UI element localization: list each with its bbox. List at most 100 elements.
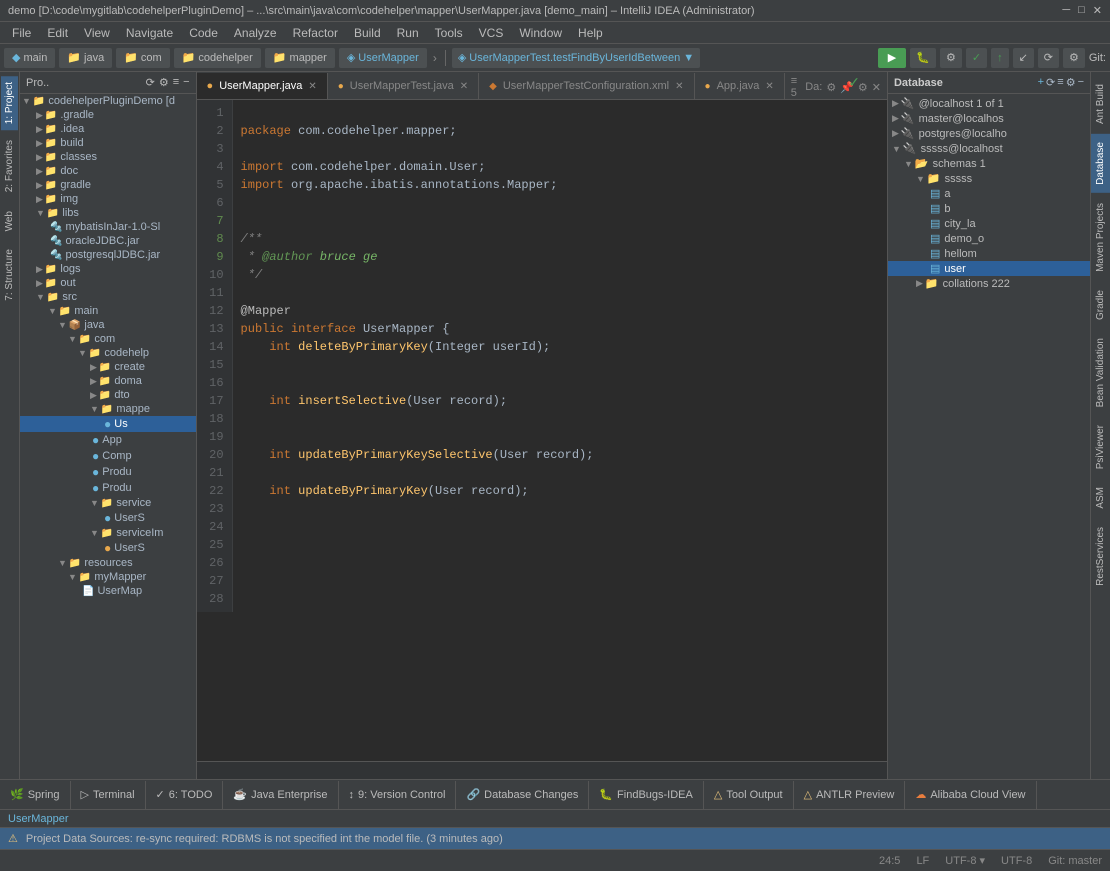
tree-item-usermap-xml[interactable]: 📄UserMap — [20, 584, 196, 598]
menu-window[interactable]: Window — [511, 24, 570, 42]
tree-item-codehelp[interactable]: ▼📁codehelp — [20, 346, 196, 360]
tree-item-serviceimpl[interactable]: ▼📁serviceIm — [20, 526, 196, 540]
bottom-tab-db-changes[interactable]: 🔗 Database Changes — [456, 781, 589, 809]
db-refresh-icon[interactable]: ⟳ — [1046, 76, 1055, 89]
menu-run[interactable]: Run — [389, 24, 427, 42]
tab-close-usermapper[interactable]: ✕ — [308, 81, 316, 92]
tab-usermappertest[interactable]: ● UserMapperTest.java ✕ — [328, 73, 479, 99]
bottom-tab-todo[interactable]: ✓ 6: TODO — [146, 781, 224, 809]
close-btn[interactable]: ✕ — [1093, 4, 1102, 17]
tree-item-oracle[interactable]: 🔩oracleJDBC.jar — [20, 234, 196, 248]
tree-item-libs[interactable]: ▼📁libs — [20, 206, 196, 220]
editor-settings-icon[interactable]: ⚙ — [826, 81, 836, 94]
update-btn[interactable]: ↙ — [1013, 48, 1034, 68]
tree-item-logs[interactable]: ▶📁logs — [20, 262, 196, 276]
right-tab-ant[interactable]: Ant Build — [1091, 76, 1110, 132]
db-collations[interactable]: ▶ 📁 collations 222 — [888, 276, 1090, 291]
window-controls[interactable]: ─ □ ✕ — [1062, 4, 1102, 17]
tree-item-users2[interactable]: ●UserS — [20, 540, 196, 556]
debug-btn[interactable]: 🐛 — [910, 48, 936, 68]
menu-refactor[interactable]: Refactor — [285, 24, 346, 42]
menu-edit[interactable]: Edit — [39, 24, 76, 42]
encoding[interactable]: UTF-8 — [1001, 855, 1032, 867]
tree-item-comp[interactable]: ●Comp — [20, 448, 196, 464]
db-conn-master[interactable]: ▶ 🔌 master@localhos — [888, 111, 1090, 126]
tab-close-app[interactable]: ✕ — [765, 81, 773, 92]
push-btn[interactable]: ↑ — [991, 48, 1009, 68]
bottom-tab-vc[interactable]: ↕ 9: Version Control — [339, 781, 457, 809]
menu-analyze[interactable]: Analyze — [226, 24, 285, 42]
bottom-tab-alibaba[interactable]: ☁ Alibaba Cloud View — [905, 781, 1036, 809]
nav-main[interactable]: ◆ main — [4, 48, 55, 68]
tree-item-main[interactable]: ▼📁main — [20, 304, 196, 318]
menu-build[interactable]: Build — [346, 24, 389, 42]
tab-usermappertestconfig[interactable]: ◆ UserMapperTestConfiguration.xml ✕ — [479, 73, 694, 99]
left-tab-structure[interactable]: 7: Structure — [0, 241, 19, 309]
db-table-b[interactable]: ▤ b — [888, 201, 1090, 216]
settings-btn[interactable]: ⚙ — [1063, 48, 1085, 68]
nav-usermapper[interactable]: ◈ UserMapper — [339, 48, 427, 68]
tree-item-mybatis[interactable]: 🔩mybatisInJar-1.0-Sl — [20, 220, 196, 234]
right-tab-asm[interactable]: ASM — [1091, 479, 1110, 517]
right-tab-maven[interactable]: Maven Projects — [1091, 195, 1110, 280]
bottom-tab-spring[interactable]: 🌿 Spring — [0, 781, 71, 809]
right-tab-rest[interactable]: RestServices — [1091, 519, 1110, 594]
tab-close-usermappertestconfig[interactable]: ✕ — [675, 81, 683, 92]
left-tab-project[interactable]: 1: Project — [1, 76, 18, 130]
menu-help[interactable]: Help — [570, 24, 611, 42]
tree-item-idea[interactable]: ▶📁.idea — [20, 122, 196, 136]
db-table-user[interactable]: ▤ user — [888, 261, 1090, 276]
tree-item-img[interactable]: ▶📁img — [20, 192, 196, 206]
menu-file[interactable]: File — [4, 24, 39, 42]
tree-item-mymapper[interactable]: ▼📁myMapper — [20, 570, 196, 584]
gear-icon[interactable]: ≡ — [173, 76, 179, 89]
tree-item-mapper-folder[interactable]: ▼📁mappe — [20, 402, 196, 416]
db-conn-sssss[interactable]: ▼ 🔌 sssss@localhost — [888, 141, 1090, 156]
db-conn-postgres[interactable]: ▶ 🔌 postgres@localho — [888, 126, 1090, 141]
menu-vcs[interactable]: VCS — [471, 24, 512, 42]
editor-close-all-icon[interactable]: ✕ — [872, 81, 881, 94]
vcs-btn[interactable]: ✓ — [966, 48, 987, 68]
tree-item-classes[interactable]: ▶📁classes — [20, 150, 196, 164]
cog-icon[interactable]: ⚙ — [159, 76, 169, 89]
menu-code[interactable]: Code — [181, 24, 226, 42]
nav-method-dropdown[interactable]: ◈ UserMapperTest.testFindByUserIdBetween… — [452, 48, 700, 68]
tree-item-java[interactable]: ▼📦java — [20, 318, 196, 332]
db-settings-icon[interactable]: ⚙ — [1066, 76, 1076, 89]
menu-tools[interactable]: Tools — [427, 24, 471, 42]
tree-item-app[interactable]: ●App — [20, 432, 196, 448]
tree-item-postgres-jar[interactable]: 🔩postgresqlJDBC.jar — [20, 248, 196, 262]
maximize-btn[interactable]: □ — [1078, 4, 1085, 17]
tree-item-service[interactable]: ▼📁service — [20, 496, 196, 510]
tree-item-out[interactable]: ▶📁out — [20, 276, 196, 290]
db-table-a[interactable]: ▤ a — [888, 186, 1090, 201]
db-schemas[interactable]: ▼ 📂 schemas 1 — [888, 156, 1090, 171]
build-btn[interactable]: ⚙ — [940, 48, 962, 68]
tree-item-create[interactable]: ▶📁create — [20, 360, 196, 374]
run-btn[interactable]: ▶ — [878, 48, 906, 68]
tree-item-usermapper[interactable]: ●Us — [20, 416, 196, 432]
nav-mapper[interactable]: 📁 mapper — [265, 48, 335, 68]
sync-icon[interactable]: ⟳ — [146, 76, 155, 89]
right-tab-psi[interactable]: PsiViewer — [1091, 417, 1110, 477]
left-tab-favorites[interactable]: 2: Favorites — [0, 132, 19, 200]
tree-item-domain[interactable]: ▶📁doma — [20, 374, 196, 388]
menu-view[interactable]: View — [76, 24, 118, 42]
db-add-icon[interactable]: + — [1038, 76, 1044, 89]
tab-usermapper[interactable]: ● UserMapper.java ✕ — [197, 73, 328, 99]
tree-item-produ2[interactable]: ●Produ — [20, 480, 196, 496]
right-tab-bean[interactable]: Bean Validation — [1091, 330, 1110, 415]
bottom-tab-terminal[interactable]: ▷ Terminal — [71, 781, 146, 809]
minimize-btn[interactable]: ─ — [1062, 4, 1070, 17]
nav-codehelper[interactable]: 📁 codehelper — [174, 48, 261, 68]
tree-item-gradle[interactable]: ▶📁.gradle — [20, 108, 196, 122]
db-conn-localhost[interactable]: ▶ 🔌 @localhost 1 of 1 — [888, 96, 1090, 111]
right-tab-database[interactable]: Database — [1091, 134, 1110, 193]
db-table-demo[interactable]: ▤ demo_o — [888, 231, 1090, 246]
right-tab-gradle[interactable]: Gradle — [1091, 282, 1110, 328]
tree-item-doc[interactable]: ▶📁doc — [20, 164, 196, 178]
bottom-tab-tool-output[interactable]: △ Tool Output — [704, 781, 794, 809]
tab-app[interactable]: ● App.java ✕ — [695, 73, 785, 99]
tree-root[interactable]: ▼ 📁 codehelperPluginDemo [d — [20, 94, 196, 108]
bottom-tab-antlr[interactable]: △ ANTLR Preview — [794, 781, 906, 809]
